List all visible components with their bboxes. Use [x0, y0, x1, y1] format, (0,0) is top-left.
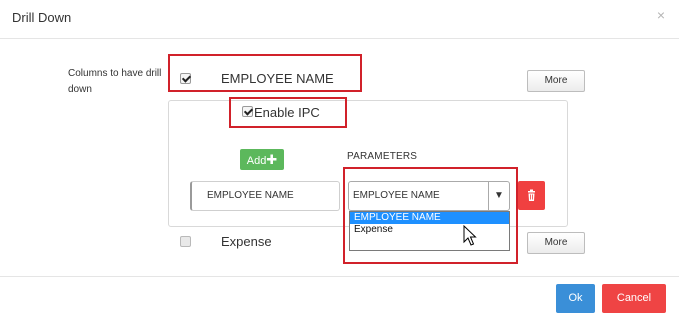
parameter-select[interactable]: EMPLOYEE NAME — [348, 181, 510, 211]
ok-button[interactable]: Ok — [556, 284, 595, 313]
cancel-button[interactable]: Cancel — [602, 284, 666, 313]
enable-ipc-label: Enable IPC — [254, 105, 320, 120]
dialog-title: Drill Down — [12, 10, 72, 25]
delete-parameter-button[interactable] — [518, 181, 545, 210]
checkbox-employee-name[interactable] — [180, 73, 191, 84]
header-divider — [0, 38, 679, 39]
plus-icon: ✚ — [266, 152, 278, 167]
footer-divider — [0, 276, 679, 277]
parameters-heading: PARAMETERS — [347, 151, 418, 162]
more-button-employee-name[interactable]: More — [527, 70, 585, 92]
close-icon[interactable]: × — [657, 8, 665, 22]
checkbox-enable-ipc[interactable] — [242, 106, 253, 117]
trash-icon — [528, 189, 535, 201]
add-parameter-button[interactable]: Add✚ — [240, 149, 284, 170]
more-button-expense[interactable]: More — [527, 232, 585, 254]
columns-label: Columns to have drill down — [68, 68, 162, 95]
chevron-down-icon[interactable]: ▼ — [488, 181, 509, 211]
checkbox-expense[interactable] — [180, 236, 191, 247]
column-label-employee-name: EMPLOYEE NAME — [221, 71, 334, 86]
option-expense[interactable]: Expense — [350, 224, 509, 236]
drill-down-dialog: Drill Down × Columns to have drill down … — [0, 0, 679, 317]
column-label-expense: Expense — [221, 234, 272, 249]
parameter-options-list: EMPLOYEE NAME Expense — [349, 211, 510, 251]
option-employee-name[interactable]: EMPLOYEE NAME — [350, 212, 509, 224]
parameter-column-input[interactable]: EMPLOYEE NAME — [190, 181, 340, 211]
add-button-label: Add — [246, 155, 267, 167]
